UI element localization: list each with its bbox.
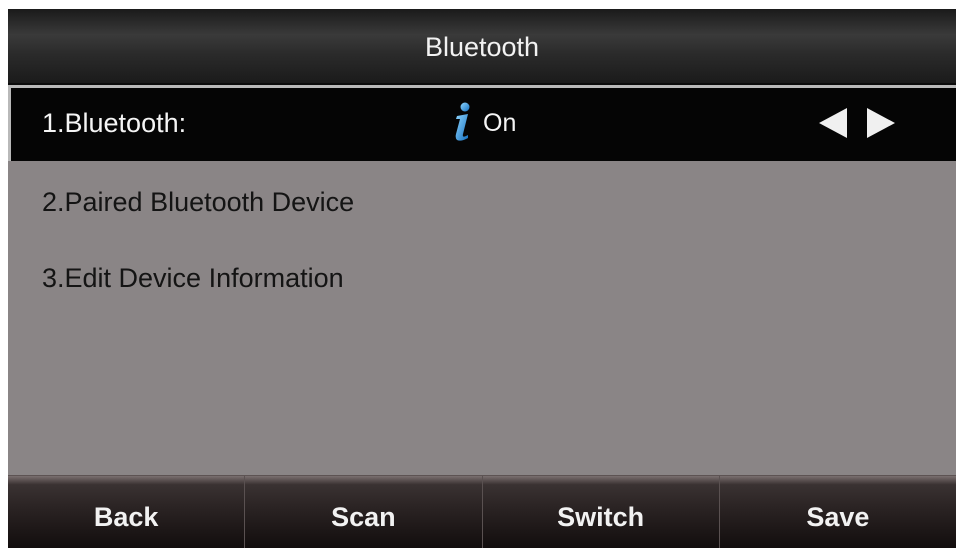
page-title: Bluetooth [424,32,540,62]
menu-item-paired-devices[interactable]: 2.Paired Bluetooth Device [8,164,956,240]
menu-item-label: 2.Paired Bluetooth Device [42,187,355,217]
menu-item-label: 3.Edit Device Information [42,263,344,293]
phone-screen: Bluetooth 1.Bluetooth: On 2.Paired Bluet… [8,9,956,548]
title-bar: Bluetooth [8,9,956,85]
menu-item-label: 1.Bluetooth: [42,108,187,138]
menu-item-edit-device-info[interactable]: 3.Edit Device Information [8,240,956,316]
arrow-right-icon[interactable] [867,108,895,138]
softkey-bar: Back Scan Switch Save [8,475,956,548]
menu-item-bluetooth[interactable]: 1.Bluetooth: On [8,85,956,161]
scan-softkey[interactable]: Scan [245,476,483,548]
arrow-left-icon[interactable] [819,108,847,138]
save-softkey[interactable]: Save [720,476,956,548]
back-softkey[interactable]: Back [8,476,246,548]
switch-softkey[interactable]: Switch [483,476,720,548]
info-icon [455,102,470,141]
bluetooth-value: On [483,109,517,137]
